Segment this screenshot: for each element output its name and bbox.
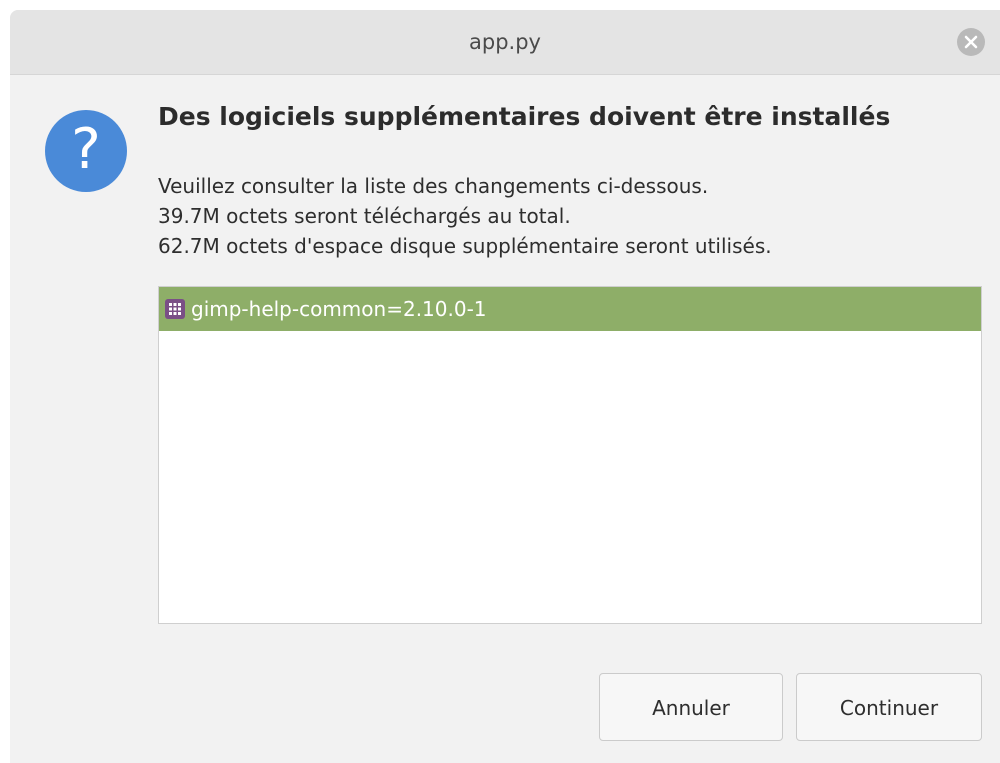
description-line-3: 62.7M octets d'espace disque supplémenta… (158, 234, 772, 258)
dialog-heading: Des logiciels supplémentaires doivent êt… (158, 102, 891, 131)
cancel-button[interactable]: Annuler (599, 673, 783, 741)
titlebar: app.py (10, 10, 1000, 75)
close-button[interactable] (957, 28, 985, 56)
description-line-1: Veuillez consulter la liste des changeme… (158, 174, 709, 198)
package-icon (165, 299, 185, 319)
question-icon: ? (45, 110, 127, 192)
list-item[interactable]: gimp-help-common=2.10.0-1 (159, 287, 981, 331)
continue-button[interactable]: Continuer (796, 673, 982, 741)
description-line-2: 39.7M octets seront téléchargés au total… (158, 204, 571, 228)
window-title: app.py (469, 30, 541, 54)
dialog-window: app.py ? Des logiciels supplémentaires d… (10, 10, 1000, 763)
close-icon (964, 35, 978, 49)
list-item-label: gimp-help-common=2.10.0-1 (191, 297, 487, 321)
package-list[interactable]: gimp-help-common=2.10.0-1 (158, 286, 982, 624)
